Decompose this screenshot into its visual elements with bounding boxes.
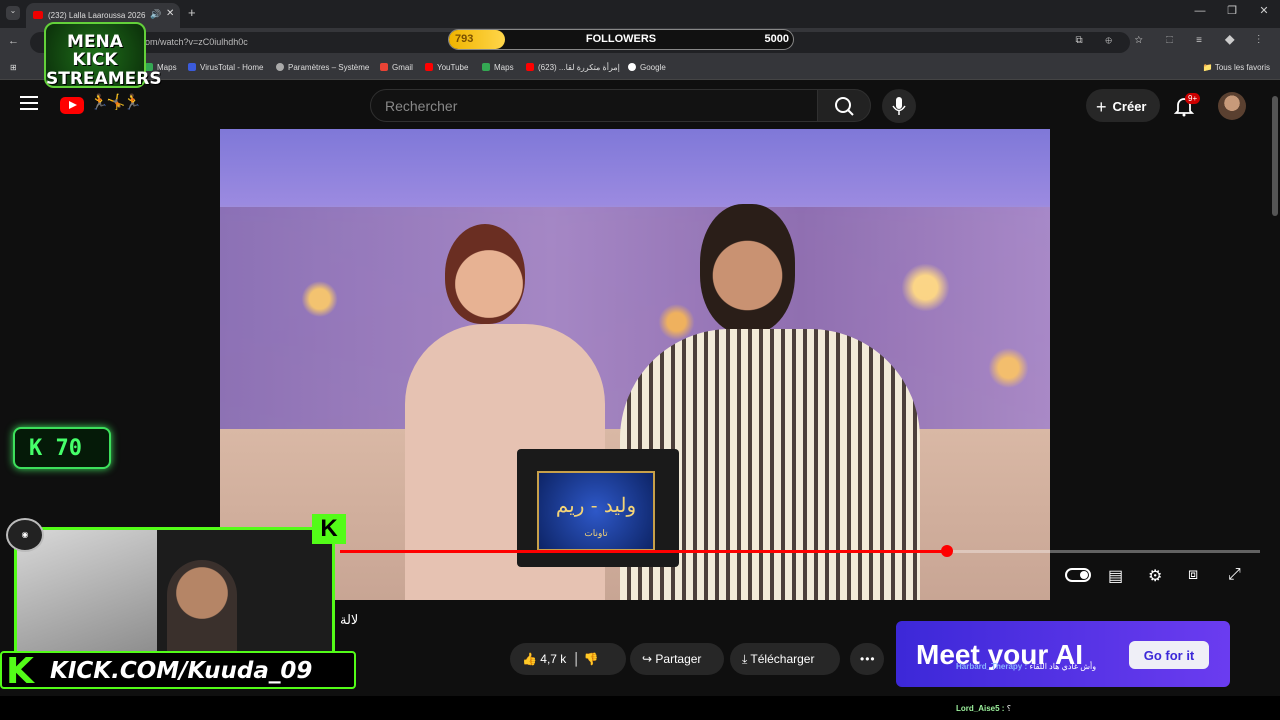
search-button[interactable] (817, 89, 871, 122)
like-button[interactable]: 👍 4,7 k │ 👎 (510, 643, 626, 675)
bookmark-gmail[interactable]: Gmail (380, 63, 413, 72)
voice-search-button[interactable] (882, 89, 916, 123)
close-window-icon[interactable]: ✕ (1248, 4, 1280, 17)
search-input[interactable]: Rechercher (370, 89, 818, 122)
close-tab-icon[interactable]: ✕ (166, 8, 174, 19)
back-arrow-icon[interactable]: ← (8, 35, 19, 47)
stream-chat: Harbard_Therapy : وأش غادي هاد اللقاء Lo… (952, 640, 1280, 720)
youtube-header: 🏃🤸🏃 Rechercher + Créer 9+ (0, 82, 1280, 128)
fullscreen-icon[interactable]: ⤢ (1228, 566, 1241, 584)
chat-message: Harbard_Therapy : وأش غادي هاد اللقاء (956, 662, 1097, 671)
create-button[interactable]: + Créer (1086, 89, 1160, 122)
bookmark-maps-2[interactable]: Maps (482, 63, 514, 72)
tab-title: (232) Lalla Laaroussa 2026 | (48, 11, 148, 20)
share-button[interactable]: ↪ Partager (630, 643, 724, 675)
speaker-icon[interactable]: 🔊 (150, 9, 161, 20)
streamer-figure (167, 560, 237, 659)
youtube-favicon-icon (33, 11, 43, 19)
followers-label: FOLLOWERS (585, 33, 657, 45)
sign-text: وليد - ريم (555, 493, 637, 517)
youtube-logo-icon[interactable] (60, 97, 84, 114)
round-emblem-icon: ◉ (6, 518, 44, 552)
doodle-figures-icon: 🏃🤸🏃 (90, 94, 142, 111)
subtitles-icon[interactable]: ▤ (1108, 566, 1123, 586)
miniplayer-icon[interactable]: ⧈ (1188, 566, 1198, 584)
mena-kick-streamers-logo: MENA KICK STREAMERS (44, 22, 162, 89)
download-button[interactable]: ⤓ Télécharger (730, 643, 840, 675)
scrollbar-thumb[interactable] (1272, 96, 1278, 216)
bookmark-google[interactable]: Google (628, 63, 666, 72)
all-bookmarks[interactable]: 📁 Tous les favoris (1203, 63, 1270, 72)
streamer-webcam (14, 527, 335, 662)
progress-played (340, 550, 948, 553)
autoplay-toggle[interactable] (1065, 568, 1091, 582)
kick-viewer-counter: K 70 (13, 427, 111, 469)
chat-message: Lord_Aise5 : ؟ (956, 704, 1011, 713)
kick-k-icon: K (6, 651, 34, 692)
bookmark-youtube[interactable]: YouTube (425, 63, 468, 72)
sign-screen: وليد - ريم تاونات (537, 471, 655, 551)
kick-url-banner: K KICK.COM/Kuuda_09 (0, 651, 356, 692)
more-actions-button[interactable]: ••• (850, 643, 884, 675)
bookmark-virustotal[interactable]: VirusTotal - Home (188, 63, 263, 72)
search-icon (835, 97, 854, 116)
avatar[interactable] (1218, 92, 1246, 120)
bookmark-settings[interactable]: Paramètres – Système (276, 63, 369, 72)
restore-icon[interactable]: ❐ (1216, 4, 1248, 17)
apps-grid-icon[interactable]: ⊞ (10, 63, 17, 72)
minimize-icon[interactable]: — (1184, 5, 1216, 17)
menu-icon[interactable] (20, 96, 38, 110)
kick-logo-icon: K (312, 514, 346, 544)
toolbar-icons[interactable]: ⧉ ⊕ ☆ ⬚ ≡ ◆ ⋮ (1075, 35, 1270, 46)
video-title: لالة (340, 612, 359, 627)
followers-goal-bar: 793 FOLLOWERS 5000 (448, 29, 794, 50)
sign-subtext: تاونات (584, 529, 608, 539)
plus-icon: + (1096, 97, 1107, 117)
microphone-icon (892, 97, 906, 115)
bookmark-video[interactable]: إمرأة متكررة لقا... (623) (526, 63, 620, 72)
followers-goal: 5000 (764, 33, 789, 45)
kick-url: KICK.COM/Kuuda_09 (50, 658, 313, 684)
notification-badge: 9+ (1185, 93, 1201, 104)
window-controls: — ❐ ✕ (1184, 4, 1280, 17)
bookmarks-bar: ⊞ Maps VirusTotal - Home Paramètres – Sy… (0, 56, 1280, 80)
new-tab-button[interactable]: + (188, 5, 196, 20)
settings-gear-icon[interactable]: ⚙ (1148, 566, 1162, 586)
tab-search-button[interactable]: ⌄ (6, 6, 20, 20)
browser-tab-bar: ⌄ (232) Lalla Laaroussa 2026 | 🔊 ✕ + — ❐ ✕ (0, 0, 1280, 28)
